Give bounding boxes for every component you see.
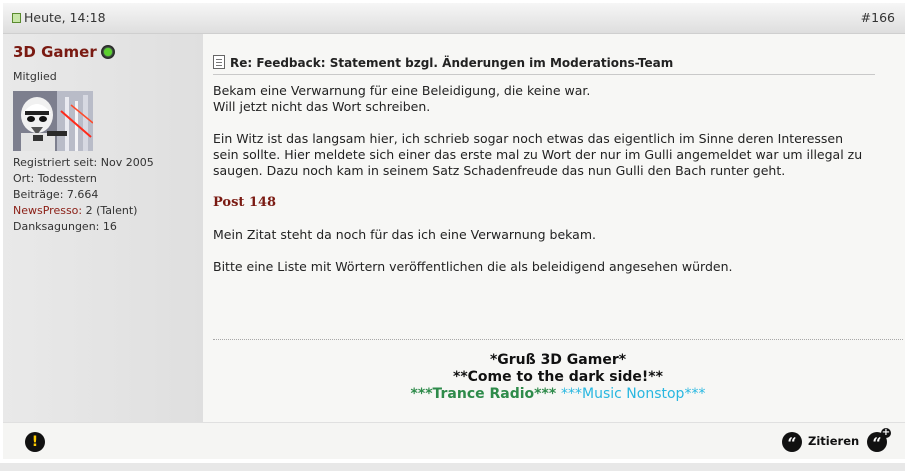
forum-post: Heute, 14:18 #166 3D Gamer Mitglied Regi… xyxy=(3,3,905,461)
message-line: Bitte eine Liste mit Wörtern veröffentli… xyxy=(213,259,733,274)
message-line: sein sollte. Hier meldete sich einer das… xyxy=(213,147,863,162)
user-title: Mitglied xyxy=(13,70,57,83)
stat-newspresso: NewsPresso: 2 (Talent) xyxy=(13,204,138,217)
message-line: Bekam eine Verwarnung für eine Beleidigu… xyxy=(213,83,591,98)
username-link[interactable]: 3D Gamer xyxy=(13,43,97,61)
quote-button[interactable]: Zitieren xyxy=(808,434,859,448)
stat-registered: Registriert seit: Nov 2005 xyxy=(13,156,154,169)
post-title-row: Re: Feedback: Statement bzgl. Änderungen… xyxy=(213,55,875,75)
signature-greeting: *Gruß 3D Gamer* xyxy=(489,352,627,368)
online-status-icon xyxy=(101,45,115,59)
post-number-link[interactable]: #166 xyxy=(861,10,895,25)
post-title: Re: Feedback: Statement bzgl. Änderungen… xyxy=(230,56,674,70)
stat-posts: Beiträge: 7.664 xyxy=(13,188,99,201)
document-icon xyxy=(213,55,225,69)
post-reference: Post 148 xyxy=(213,195,277,210)
post-date-icon xyxy=(12,13,21,23)
post-content: Re: Feedback: Statement bzgl. Änderungen… xyxy=(203,34,905,422)
signature-divider xyxy=(213,339,903,340)
signature-radio-line: ***Trance Radio*** ***Music Nonstop*** xyxy=(213,386,903,403)
stat-thanks: Danksagungen: 16 xyxy=(13,220,117,233)
post-date: Heute, 14:18 xyxy=(24,10,106,25)
signature-trance-radio: ***Trance Radio*** xyxy=(410,386,557,402)
quote-icon[interactable]: “ xyxy=(782,432,802,453)
signature-music-nonstop: ***Music Nonstop*** xyxy=(561,386,706,402)
message-line: Ein Witz ist das langsam hier, ich schri… xyxy=(213,131,844,146)
message-line: Mein Zitat steht da noch für das ich ein… xyxy=(213,227,596,242)
signature-slogan: **Come to the dark side!** xyxy=(453,369,663,385)
next-post-strip xyxy=(0,463,905,471)
post-message: Bekam eine Verwarnung für eine Beleidigu… xyxy=(213,83,893,275)
avatar[interactable] xyxy=(13,91,93,151)
post-header: Heute, 14:18 #166 xyxy=(3,3,905,34)
post-footer: ! “ Zitieren “+ xyxy=(3,422,905,459)
user-stats: Registriert seit: Nov 2005 Ort: Todesste… xyxy=(13,155,154,235)
signature: *Gruß 3D Gamer* **Come to the dark side!… xyxy=(213,352,903,403)
message-line: Will jetzt nicht das Wort schreiben. xyxy=(213,99,431,114)
user-info-panel: 3D Gamer Mitglied Registriert seit: Nov … xyxy=(3,34,203,422)
report-icon[interactable]: ! xyxy=(25,432,45,452)
stat-location: Ort: Todesstern xyxy=(13,172,97,185)
message-line: saugen. Dazu noch kam in seinem Satz Sch… xyxy=(213,163,786,178)
newspresso-link[interactable]: NewsPresso: xyxy=(13,204,82,217)
multiquote-icon[interactable]: “+ xyxy=(867,428,891,453)
